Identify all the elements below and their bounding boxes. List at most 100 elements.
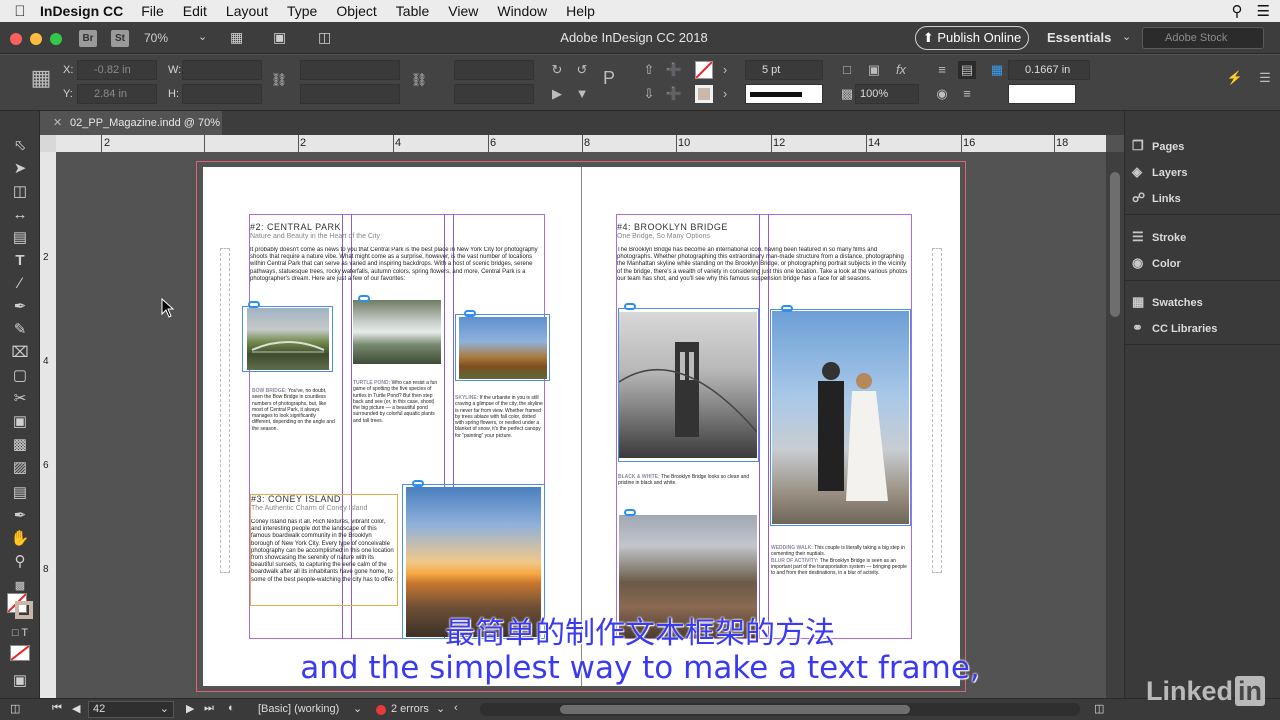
panel-links[interactable]: ☍ Links xyxy=(1132,190,1181,206)
menu-app-name[interactable]: InDesign CC xyxy=(40,3,123,19)
brooklyn-bw-image[interactable] xyxy=(618,312,758,458)
central-park-body[interactable]: It probably doesn't come as news to you … xyxy=(250,247,542,297)
lightning-icon[interactable]: ⚡ xyxy=(1226,69,1244,87)
height-field[interactable] xyxy=(182,84,262,104)
constrain-proportions-icon[interactable]: ⛓ xyxy=(270,71,288,89)
menu-table[interactable]: Table xyxy=(396,3,429,19)
central-park-heading[interactable]: #2: CENTRAL PARK xyxy=(250,222,341,232)
horizontal-ruler[interactable]: 2 2 4 6 8 10 12 14 16 18 xyxy=(56,135,1106,152)
link-icon[interactable] xyxy=(624,303,636,310)
publish-online-button[interactable]: ⬆ Publish Online xyxy=(915,26,1029,50)
stroke-type-select[interactable] xyxy=(745,84,823,104)
align-left-icon[interactable]: ≡ xyxy=(933,61,951,79)
frame-type-icon[interactable]: P xyxy=(600,69,618,87)
select-container-icon[interactable]: ⇧ xyxy=(640,61,658,79)
notification-list-icon[interactable]: ☰ xyxy=(1257,2,1270,20)
text-wrap-icon[interactable]: ▤ xyxy=(958,61,976,79)
caption-bow-bridge[interactable]: BOW BRIDGE: You've, no doubt, seen the B… xyxy=(252,388,336,444)
brooklyn-body[interactable]: The Brooklyn Bridge has become an intern… xyxy=(617,247,910,297)
expand-panel-icon[interactable]: ◫ xyxy=(10,702,20,715)
reference-point-icon[interactable]: ▦ xyxy=(28,67,54,95)
link-icon[interactable] xyxy=(624,509,636,516)
caption-black-white[interactable]: BLACK & WHITE: The Brooklyn Bridge looks… xyxy=(618,474,756,490)
chevron-right-icon[interactable]: › xyxy=(716,85,734,103)
adobe-stock-search[interactable]: Adobe Stock xyxy=(1142,27,1264,49)
menu-type[interactable]: Type xyxy=(287,3,317,19)
stroke-swatch[interactable] xyxy=(695,85,713,103)
fit-content-icon[interactable]: □ xyxy=(838,61,856,79)
link-icon[interactable] xyxy=(464,310,476,317)
link-icon[interactable] xyxy=(248,301,260,308)
eyedropper-tool-icon[interactable]: ✒ xyxy=(10,506,30,526)
offset-field[interactable]: 0.1667 in xyxy=(1008,60,1090,80)
shear-angle-field[interactable] xyxy=(454,84,534,104)
gradient-feather-tool-icon[interactable]: ▨ xyxy=(10,458,30,478)
chevron-down-icon[interactable]: ⌄ xyxy=(353,702,362,715)
rotation-angle-field[interactable] xyxy=(454,60,534,80)
link-icon[interactable] xyxy=(358,295,370,302)
next-page-icon[interactable]: ▶ xyxy=(186,702,194,715)
chevron-down-icon[interactable]: ⌄ xyxy=(1122,30,1131,48)
ruler-origin[interactable] xyxy=(40,135,56,152)
brooklyn-subhead[interactable]: One Bridge, So Many Options xyxy=(617,233,710,240)
panel-cc-libraries[interactable]: ⚭ CC Libraries xyxy=(1132,320,1217,336)
bow-bridge-image[interactable] xyxy=(247,308,329,370)
brooklyn-heading[interactable]: #4: BROOKLYN BRIDGE xyxy=(617,222,728,232)
pen-tool-icon[interactable]: ✒ xyxy=(10,297,30,317)
frame-fitting-icon[interactable]: ▦ xyxy=(988,61,1006,79)
opacity-field[interactable]: 100% xyxy=(855,84,919,104)
note-tool-icon[interactable]: ▤ xyxy=(10,483,30,503)
page-number-field[interactable]: 42 ⌄ xyxy=(88,701,174,718)
free-transform-tool-icon[interactable]: ▣ xyxy=(10,412,30,432)
rotate-cw-icon[interactable]: ↻ xyxy=(548,61,566,79)
turtle-pond-image[interactable] xyxy=(353,300,441,364)
chevron-right-icon[interactable]: › xyxy=(716,61,734,79)
menu-edit[interactable]: Edit xyxy=(183,3,207,19)
link-icon[interactable] xyxy=(412,480,424,487)
direct-selection-tool-icon[interactable]: ➤ xyxy=(10,159,30,179)
horizontal-scroll-thumb[interactable] xyxy=(560,705,910,714)
caption-turtle-pond[interactable]: TURTLE POND: Who can resist a fun game o… xyxy=(353,380,438,446)
coney-island-body[interactable]: Coney Island has it all. Rich textures, … xyxy=(251,519,395,605)
close-icon[interactable]: ✕ xyxy=(53,111,62,135)
width-field[interactable] xyxy=(182,60,262,80)
gap-tool-icon[interactable]: ↔ xyxy=(10,205,30,225)
spotlight-search-icon[interactable]: ⚲ xyxy=(1232,2,1243,20)
panel-stroke[interactable]: ☰ Stroke xyxy=(1132,229,1186,245)
first-page-icon[interactable]: ⏮ xyxy=(52,702,62,715)
apple-icon[interactable]:  xyxy=(0,3,40,20)
line-tool-icon[interactable]: ∕ xyxy=(10,274,30,294)
preflight-errors[interactable]: 2 errors xyxy=(391,703,429,715)
vertical-scroll-thumb[interactable] xyxy=(1110,172,1120,317)
rotate-ccw-icon[interactable]: ↺ xyxy=(573,61,591,79)
select-content-icon[interactable]: ⇩ xyxy=(640,85,658,103)
menu-layout[interactable]: Layout xyxy=(226,3,268,19)
effects-fx-icon[interactable]: fx xyxy=(892,61,910,79)
menu-window[interactable]: Window xyxy=(497,3,547,19)
wedding-walk-image[interactable] xyxy=(772,311,909,524)
last-page-icon[interactable]: ⏭ xyxy=(204,702,214,715)
coney-island-heading[interactable]: #3: CONEY ISLAND xyxy=(251,494,341,504)
chevron-down-icon[interactable]: ⌄ xyxy=(436,702,445,715)
content-collector-icon[interactable]: ▤ xyxy=(10,228,30,248)
gradient-tool-icon[interactable]: ▩ xyxy=(10,435,30,455)
menu-object[interactable]: Object xyxy=(336,3,376,19)
panel-menu-icon[interactable]: ☰ xyxy=(1256,69,1274,87)
zoom-tool-icon[interactable]: ⚲ xyxy=(10,552,30,572)
selection-tool-icon[interactable]: ⬁ xyxy=(10,136,30,156)
open-file-icon[interactable]: ◐ xyxy=(228,702,235,714)
stroke-weight-field[interactable]: 5 pt xyxy=(745,60,823,80)
corner-shape-select[interactable] xyxy=(1008,84,1076,104)
panel-layers[interactable]: ◈ Layers xyxy=(1132,164,1187,180)
rectangle-frame-tool-icon[interactable]: ⌧ xyxy=(10,343,30,363)
pencil-tool-icon[interactable]: ✎ xyxy=(10,320,30,340)
preflight-profile-select[interactable]: [Basic] (working) xyxy=(258,703,339,715)
wrap-jump-icon[interactable]: ≡ xyxy=(958,85,976,103)
x-position-field[interactable]: -0.82 in xyxy=(77,60,157,80)
panel-swatches[interactable]: ▦ Swatches xyxy=(1132,294,1203,310)
split-layout-icon[interactable]: ◫ xyxy=(1094,702,1104,715)
fit-frame-icon[interactable]: ▣ xyxy=(865,61,883,79)
link-icon[interactable] xyxy=(781,305,793,312)
workspace-switcher[interactable]: Essentials xyxy=(1047,30,1111,45)
coney-island-subhead[interactable]: The Authentic Charm of Coney Island xyxy=(251,505,367,512)
